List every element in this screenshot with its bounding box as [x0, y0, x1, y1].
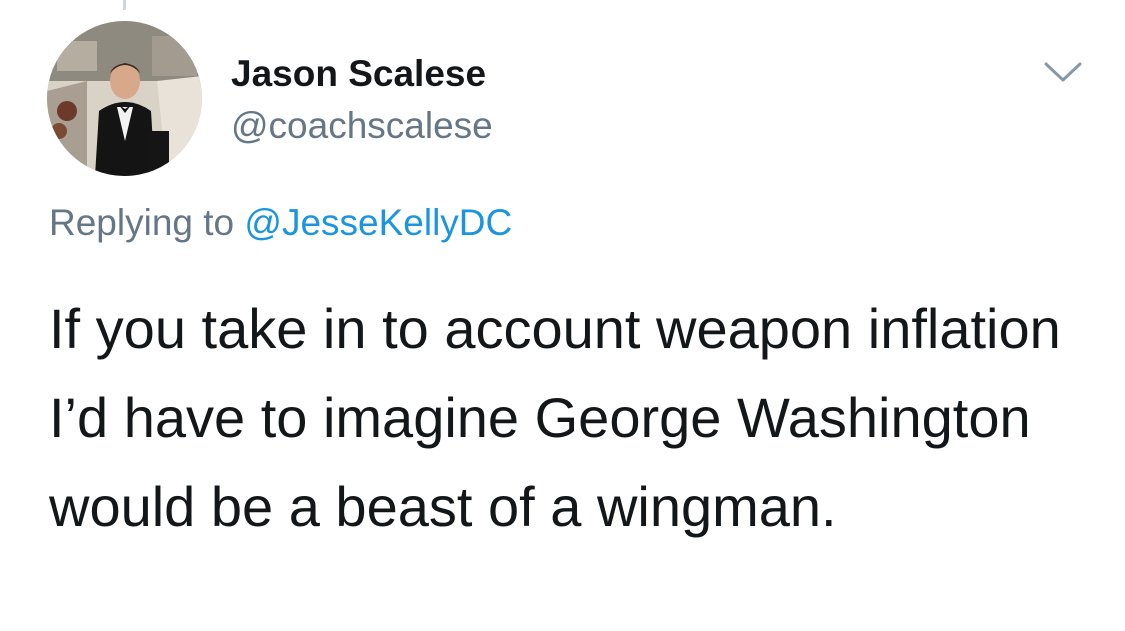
tweet-text: If you take in to account weapon inflati…: [49, 297, 1061, 538]
reply-prefix: Replying to: [49, 202, 235, 243]
tweet-menu-button[interactable]: [1043, 58, 1083, 86]
reply-context: Replying to @JesseKellyDC: [49, 200, 512, 246]
reply-mention-link[interactable]: @JesseKellyDC: [244, 202, 512, 243]
author-display-name[interactable]: Jason Scalese: [231, 52, 486, 96]
author-handle[interactable]: @coachscalese: [231, 104, 493, 148]
profile-photo: [47, 21, 202, 176]
avatar[interactable]: [47, 21, 202, 176]
thread-connector-line: [123, 0, 126, 10]
chevron-down-icon: [1044, 62, 1082, 82]
